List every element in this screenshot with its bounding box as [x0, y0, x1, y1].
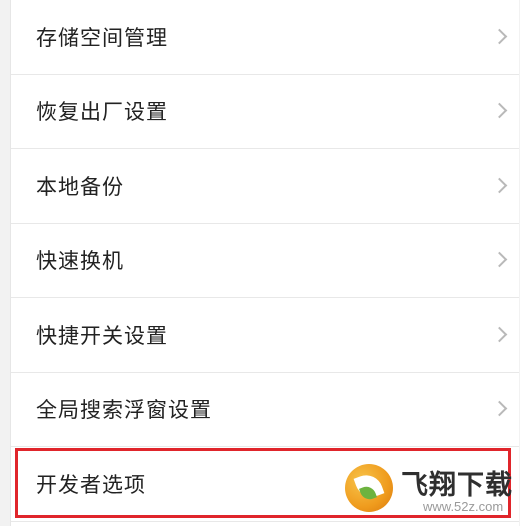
- chevron-right-icon: [491, 251, 508, 268]
- chevron-right-icon: [491, 177, 508, 194]
- chevron-right-icon: [491, 400, 508, 417]
- settings-item-label: 全局搜索浮窗设置: [36, 398, 212, 423]
- chevron-right-icon: [491, 102, 508, 119]
- settings-list: 存储空间管理 恢复出厂设置 本地备份 快速换机 快捷开关设置 全局搜索浮窗设置 …: [10, 0, 519, 526]
- settings-page: 存储空间管理 恢复出厂设置 本地备份 快速换机 快捷开关设置 全局搜索浮窗设置 …: [0, 0, 520, 526]
- settings-item-label: 开发者选项: [36, 472, 146, 497]
- settings-item-factory-reset[interactable]: 恢复出厂设置: [11, 75, 519, 149]
- leaf-logo-icon: [345, 464, 393, 512]
- settings-item-label: 快速换机: [36, 249, 124, 274]
- settings-item-quick-phone-switch[interactable]: 快速换机: [11, 224, 519, 298]
- chevron-right-icon: [491, 326, 508, 343]
- settings-item-quick-toggle-settings[interactable]: 快捷开关设置: [11, 298, 519, 373]
- settings-item-local-backup[interactable]: 本地备份: [11, 149, 519, 224]
- settings-item-label: 存储空间管理: [36, 25, 168, 50]
- settings-item-label: 恢复出厂设置: [36, 100, 168, 125]
- watermark-url: www.52z.com: [423, 499, 504, 514]
- watermark: 飞翔下载 www.52z.com: [345, 462, 515, 520]
- settings-item-global-search-float-settings[interactable]: 全局搜索浮窗设置: [11, 373, 519, 447]
- settings-item-storage-management[interactable]: 存储空间管理: [11, 0, 519, 75]
- settings-item-label: 本地备份: [36, 174, 124, 199]
- settings-item-label: 快捷开关设置: [36, 323, 168, 348]
- watermark-title: 飞翔下载: [401, 470, 513, 501]
- chevron-right-icon: [491, 28, 508, 45]
